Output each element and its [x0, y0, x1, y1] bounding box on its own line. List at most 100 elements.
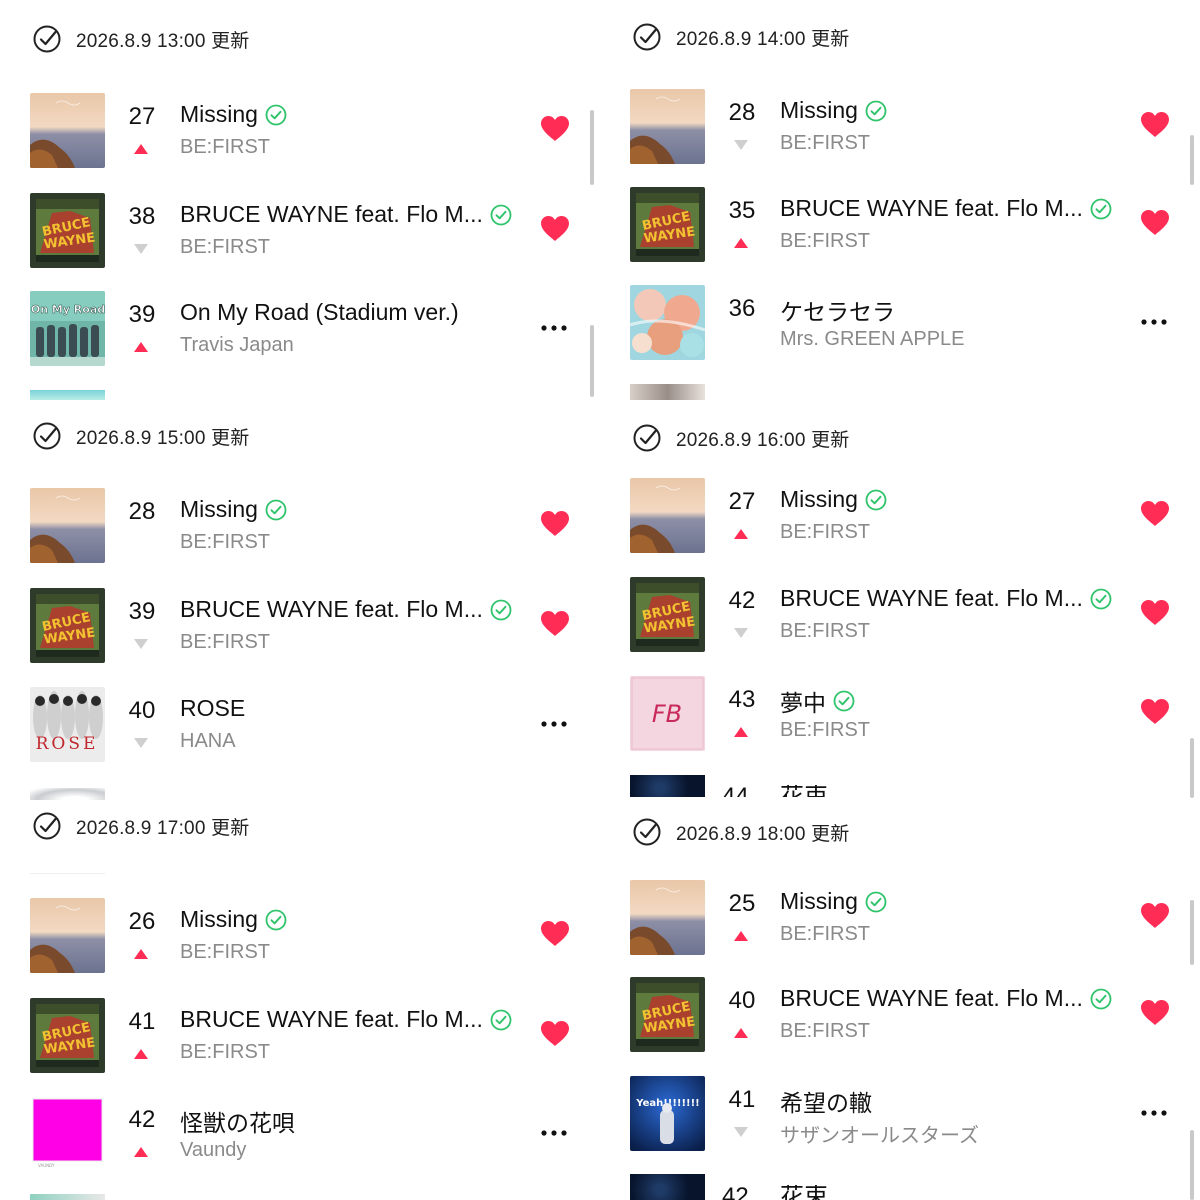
song-title: 夢中: [780, 690, 826, 716]
chart-row[interactable]: BRUCE WAYNE 40 BRUCE WAYNE feat. Flo M...…: [630, 977, 1200, 1053]
check-circle-icon: [632, 817, 662, 847]
album-art-partial: [630, 1174, 705, 1200]
trend-down-icon: [134, 241, 148, 254]
artist-name: BE:FIRST: [180, 136, 271, 158]
album-art-missing[interactable]: [30, 93, 105, 168]
scrollbar[interactable]: [1190, 900, 1194, 965]
rank-number: 39: [128, 598, 156, 625]
heart-icon[interactable]: [540, 920, 570, 948]
trend-up-icon: [134, 1046, 148, 1059]
album-art-kaiju[interactable]: VAUNDY: [30, 1096, 105, 1171]
album-art-bruce-wayne[interactable]: BRUCE WAYNE: [30, 193, 105, 268]
album-art-rose[interactable]: ROSE: [30, 687, 105, 762]
album-art-on-my-road[interactable]: On My Road: [30, 291, 105, 366]
scrollbar[interactable]: [1190, 738, 1194, 798]
album-art-bruce-wayne[interactable]: BRUCE WAYNE: [30, 998, 105, 1073]
more-options-icon[interactable]: [1140, 1104, 1168, 1116]
album-art-partial: [30, 860, 105, 874]
heart-icon[interactable]: [1140, 209, 1170, 237]
chart-row[interactable]: BRUCE WAYNE 35 BRUCE WAYNE feat. Flo M...…: [630, 187, 1200, 263]
chart-row[interactable]: 25 Missing BE:FIRST: [630, 880, 1200, 956]
album-art-bruce-wayne[interactable]: BRUCE WAYNE: [630, 577, 705, 652]
scrollbar[interactable]: [590, 110, 594, 185]
svg-text:VAUNDY: VAUNDY: [38, 1163, 55, 1168]
album-art-keserasera[interactable]: [630, 285, 705, 360]
heart-icon[interactable]: [540, 610, 570, 638]
heart-icon[interactable]: [1140, 902, 1170, 930]
chart-row[interactable]: 27 Missing BE:FIRST: [30, 93, 600, 169]
scrollbar[interactable]: [590, 325, 594, 397]
rank-number: 40: [728, 987, 756, 1014]
svg-text:On My Road: On My Road: [31, 303, 105, 316]
heart-icon[interactable]: [1140, 599, 1170, 627]
album-art-missing[interactable]: [630, 478, 705, 553]
rank-number: 28: [728, 99, 756, 126]
update-header: 2026.8.9 14:00 更新: [632, 22, 849, 52]
album-art-bruce-wayne[interactable]: BRUCE WAYNE: [30, 588, 105, 663]
album-art-missing[interactable]: [30, 488, 105, 563]
verified-check-icon: [265, 499, 287, 521]
album-art-kibou[interactable]: Yeah!!!!!!!!: [630, 1076, 705, 1151]
heart-icon[interactable]: [540, 1020, 570, 1048]
rank-number: 40: [128, 697, 156, 724]
song-title: BRUCE WAYNE feat. Flo M...: [780, 585, 1083, 611]
artist-name: BE:FIRST: [780, 620, 871, 642]
heart-icon[interactable]: [540, 115, 570, 143]
chart-row[interactable]: On My Road 39 On My Road (Stadium ver.) …: [30, 291, 600, 367]
artist-name: BE:FIRST: [180, 1041, 271, 1063]
trend-up-icon: [734, 724, 748, 737]
chart-row[interactable]: BRUCE WAYNE 42 BRUCE WAYNE feat. Flo M...…: [630, 577, 1200, 653]
trend-down-icon: [134, 636, 148, 649]
more-options-icon[interactable]: [540, 1124, 568, 1136]
scrollbar[interactable]: [1190, 1130, 1194, 1200]
more-options-icon[interactable]: [1140, 313, 1168, 325]
verified-check-icon: [1090, 988, 1112, 1010]
heart-icon[interactable]: [540, 510, 570, 538]
heart-icon[interactable]: [1140, 111, 1170, 139]
heart-icon[interactable]: [1140, 999, 1170, 1027]
trend-up-icon: [134, 946, 148, 959]
heart-icon[interactable]: [1140, 500, 1170, 528]
chart-row[interactable]: 28 Missing BE:FIRST: [30, 488, 600, 564]
chart-row[interactable]: Yeah!!!!!!!! 41 希望の轍 サザンオールスターズ: [630, 1076, 1200, 1152]
verified-check-icon: [265, 104, 287, 126]
rank-number: 42: [728, 587, 756, 614]
song-title: Missing: [180, 496, 258, 522]
album-art-bruce-wayne[interactable]: BRUCE WAYNE: [630, 977, 705, 1052]
song-title: On My Road (Stadium ver.): [180, 299, 459, 325]
trend-up-icon: [134, 339, 148, 352]
artist-name: BE:FIRST: [780, 230, 871, 252]
album-art-muchuu[interactable]: FB: [630, 676, 705, 751]
chart-row[interactable]: BRUCE WAYNE 41 BRUCE WAYNE feat. Flo M...…: [30, 998, 600, 1074]
artist-name: BE:FIRST: [180, 941, 271, 963]
more-options-icon[interactable]: [540, 715, 568, 727]
rank-number: 36: [728, 295, 756, 322]
album-art-bruce-wayne[interactable]: BRUCE WAYNE: [630, 187, 705, 262]
heart-icon[interactable]: [1140, 698, 1170, 726]
heart-icon[interactable]: [540, 215, 570, 243]
artist-name: BE:FIRST: [780, 719, 871, 741]
update-header: 2026.8.9 18:00 更新: [632, 817, 849, 847]
update-time: 2026.8.9 13:00 更新: [76, 30, 250, 52]
rank-number: 41: [128, 1008, 156, 1035]
chart-row[interactable]: FB 43 夢中 BE:FIRST: [630, 676, 1200, 752]
more-options-icon[interactable]: [540, 319, 568, 331]
update-time: 2026.8.9 15:00 更新: [76, 427, 250, 449]
chart-row[interactable]: VAUNDY 42 怪獣の花唄 Vaundy: [30, 1096, 600, 1172]
scrollbar[interactable]: [1190, 135, 1194, 185]
chart-row[interactable]: 36 ケセラセラ Mrs. GREEN APPLE: [630, 285, 1200, 361]
update-header: 2026.8.9 13:00 更新: [32, 24, 249, 54]
chart-row[interactable]: 28 Missing BE:FIRST: [630, 89, 1200, 165]
chart-row[interactable]: ROSE 40 ROSE HANA: [30, 687, 600, 763]
chart-row[interactable]: BRUCE WAYNE 39 BRUCE WAYNE feat. Flo M...…: [30, 588, 600, 664]
chart-row[interactable]: 26 Missing BE:FIRST: [30, 898, 600, 974]
album-art-missing[interactable]: [630, 89, 705, 164]
album-art-missing[interactable]: [30, 898, 105, 973]
album-art-missing[interactable]: [630, 880, 705, 955]
partial-rank: 44: [722, 785, 749, 797]
verified-check-icon: [865, 489, 887, 511]
chart-row[interactable]: BRUCE WAYNE 38 BRUCE WAYNE feat. Flo M...…: [30, 193, 600, 269]
song-title: ケセラセラ: [780, 299, 895, 325]
chart-row[interactable]: 27 Missing BE:FIRST: [630, 478, 1200, 554]
artist-name: HANA: [180, 730, 236, 752]
